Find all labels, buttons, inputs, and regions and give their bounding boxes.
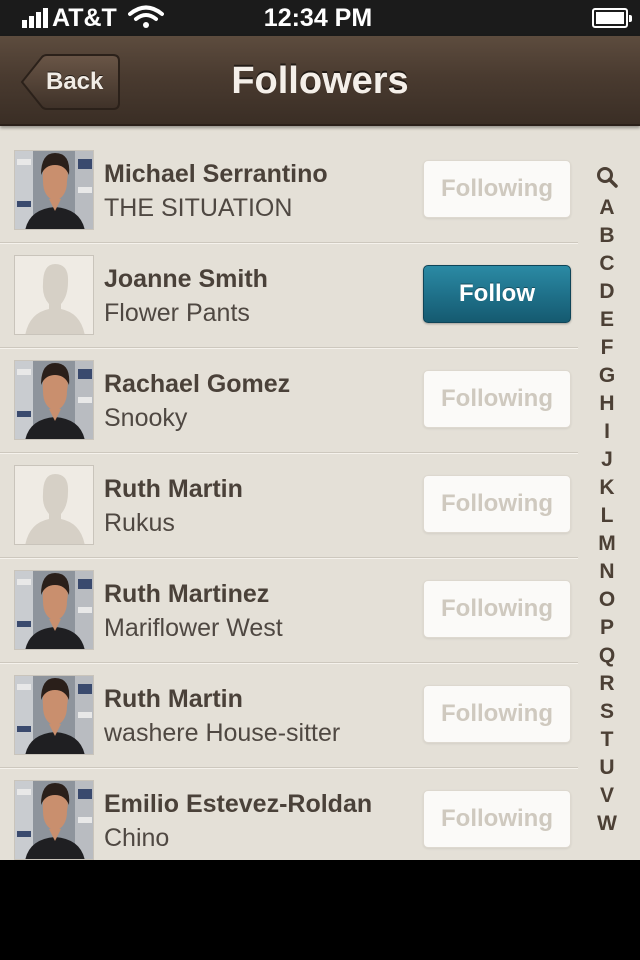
avatar (14, 255, 94, 335)
index-letter[interactable]: O (588, 586, 626, 614)
avatar (14, 150, 94, 230)
avatar (14, 675, 94, 755)
page-title: Followers (231, 60, 409, 102)
index-letter[interactable]: C (588, 250, 626, 278)
index-letter[interactable]: Q (588, 642, 626, 670)
follower-row[interactable]: Joanne Smith Flower Pants Follow (0, 243, 578, 348)
index-letter[interactable]: V (588, 782, 626, 810)
follower-row[interactable]: Ruth Martin Rukus Following (0, 453, 578, 558)
avatar (14, 465, 94, 545)
index-letter[interactable]: B (588, 222, 626, 250)
following-button[interactable]: Following (423, 160, 571, 218)
screen-bottom-border (0, 860, 640, 960)
index-letter[interactable]: W (588, 810, 626, 838)
follower-name: Michael Serrantino (104, 160, 328, 188)
index-letter[interactable]: U (588, 754, 626, 782)
avatar (14, 780, 94, 860)
follower-subtitle: Chino (104, 824, 170, 852)
follower-subtitle: Rukus (104, 509, 175, 537)
index-letter[interactable]: S (588, 698, 626, 726)
following-button[interactable]: Following (423, 685, 571, 743)
search-icon[interactable] (588, 166, 626, 192)
index-letter[interactable]: J (588, 446, 626, 474)
follower-subtitle: Snooky (104, 404, 188, 432)
app-screen: AT&T 12:34 PM Back Followers Michael Ser… (0, 0, 640, 860)
following-button[interactable]: Following (423, 790, 571, 848)
index-letter[interactable]: L (588, 502, 626, 530)
alphabet-index[interactable]: ABCDEFGHIJKLMNOPQRSTUVW (588, 166, 626, 838)
follower-row[interactable]: Emilio Estevez-Roldan Chino Following (0, 768, 578, 860)
follower-row[interactable]: Ruth Martinez Mariflower West Following (0, 558, 578, 663)
follower-name: Rachael Gomez (104, 370, 291, 398)
index-letter[interactable]: N (588, 558, 626, 586)
index-letter[interactable]: K (588, 474, 626, 502)
follower-name: Ruth Martin (104, 685, 243, 713)
avatar (14, 570, 94, 650)
avatar (14, 360, 94, 440)
index-letter[interactable]: M (588, 530, 626, 558)
index-letter[interactable]: A (588, 194, 626, 222)
follower-row[interactable]: Rachael Gomez Snooky Following (0, 348, 578, 453)
following-button[interactable]: Following (423, 580, 571, 638)
follower-subtitle: Flower Pants (104, 299, 250, 327)
following-button[interactable]: Following (423, 475, 571, 533)
followers-list: Michael Serrantino THE SITUATION Following… (0, 138, 578, 860)
follow-button[interactable]: Follow (423, 265, 571, 323)
index-letter[interactable]: I (588, 418, 626, 446)
index-letter[interactable]: G (588, 362, 626, 390)
follower-name: Emilio Estevez-Roldan (104, 790, 373, 818)
index-letter[interactable]: D (588, 278, 626, 306)
battery-icon (592, 8, 632, 28)
index-letter[interactable]: P (588, 614, 626, 642)
follower-name: Ruth Martinez (104, 580, 270, 608)
index-letter[interactable]: T (588, 726, 626, 754)
index-letter[interactable]: H (588, 390, 626, 418)
index-letter[interactable]: E (588, 306, 626, 334)
index-letter[interactable]: F (588, 334, 626, 362)
follower-subtitle: washere House-sitter (104, 719, 341, 747)
follower-name: Joanne Smith (104, 265, 268, 293)
following-button[interactable]: Following (423, 370, 571, 428)
follower-subtitle: THE SITUATION (104, 194, 293, 222)
follower-name: Ruth Martin (104, 475, 243, 503)
navigation-bar: Back Followers (0, 36, 640, 126)
index-letter[interactable]: R (588, 670, 626, 698)
follower-row[interactable]: Ruth Martin washere House-sitter Following (0, 663, 578, 768)
follower-row[interactable]: Michael Serrantino THE SITUATION Following (0, 138, 578, 243)
status-time: 12:34 PM (263, 4, 373, 32)
follower-subtitle: Mariflower West (104, 614, 283, 642)
status-bar: AT&T 12:34 PM (0, 0, 640, 36)
